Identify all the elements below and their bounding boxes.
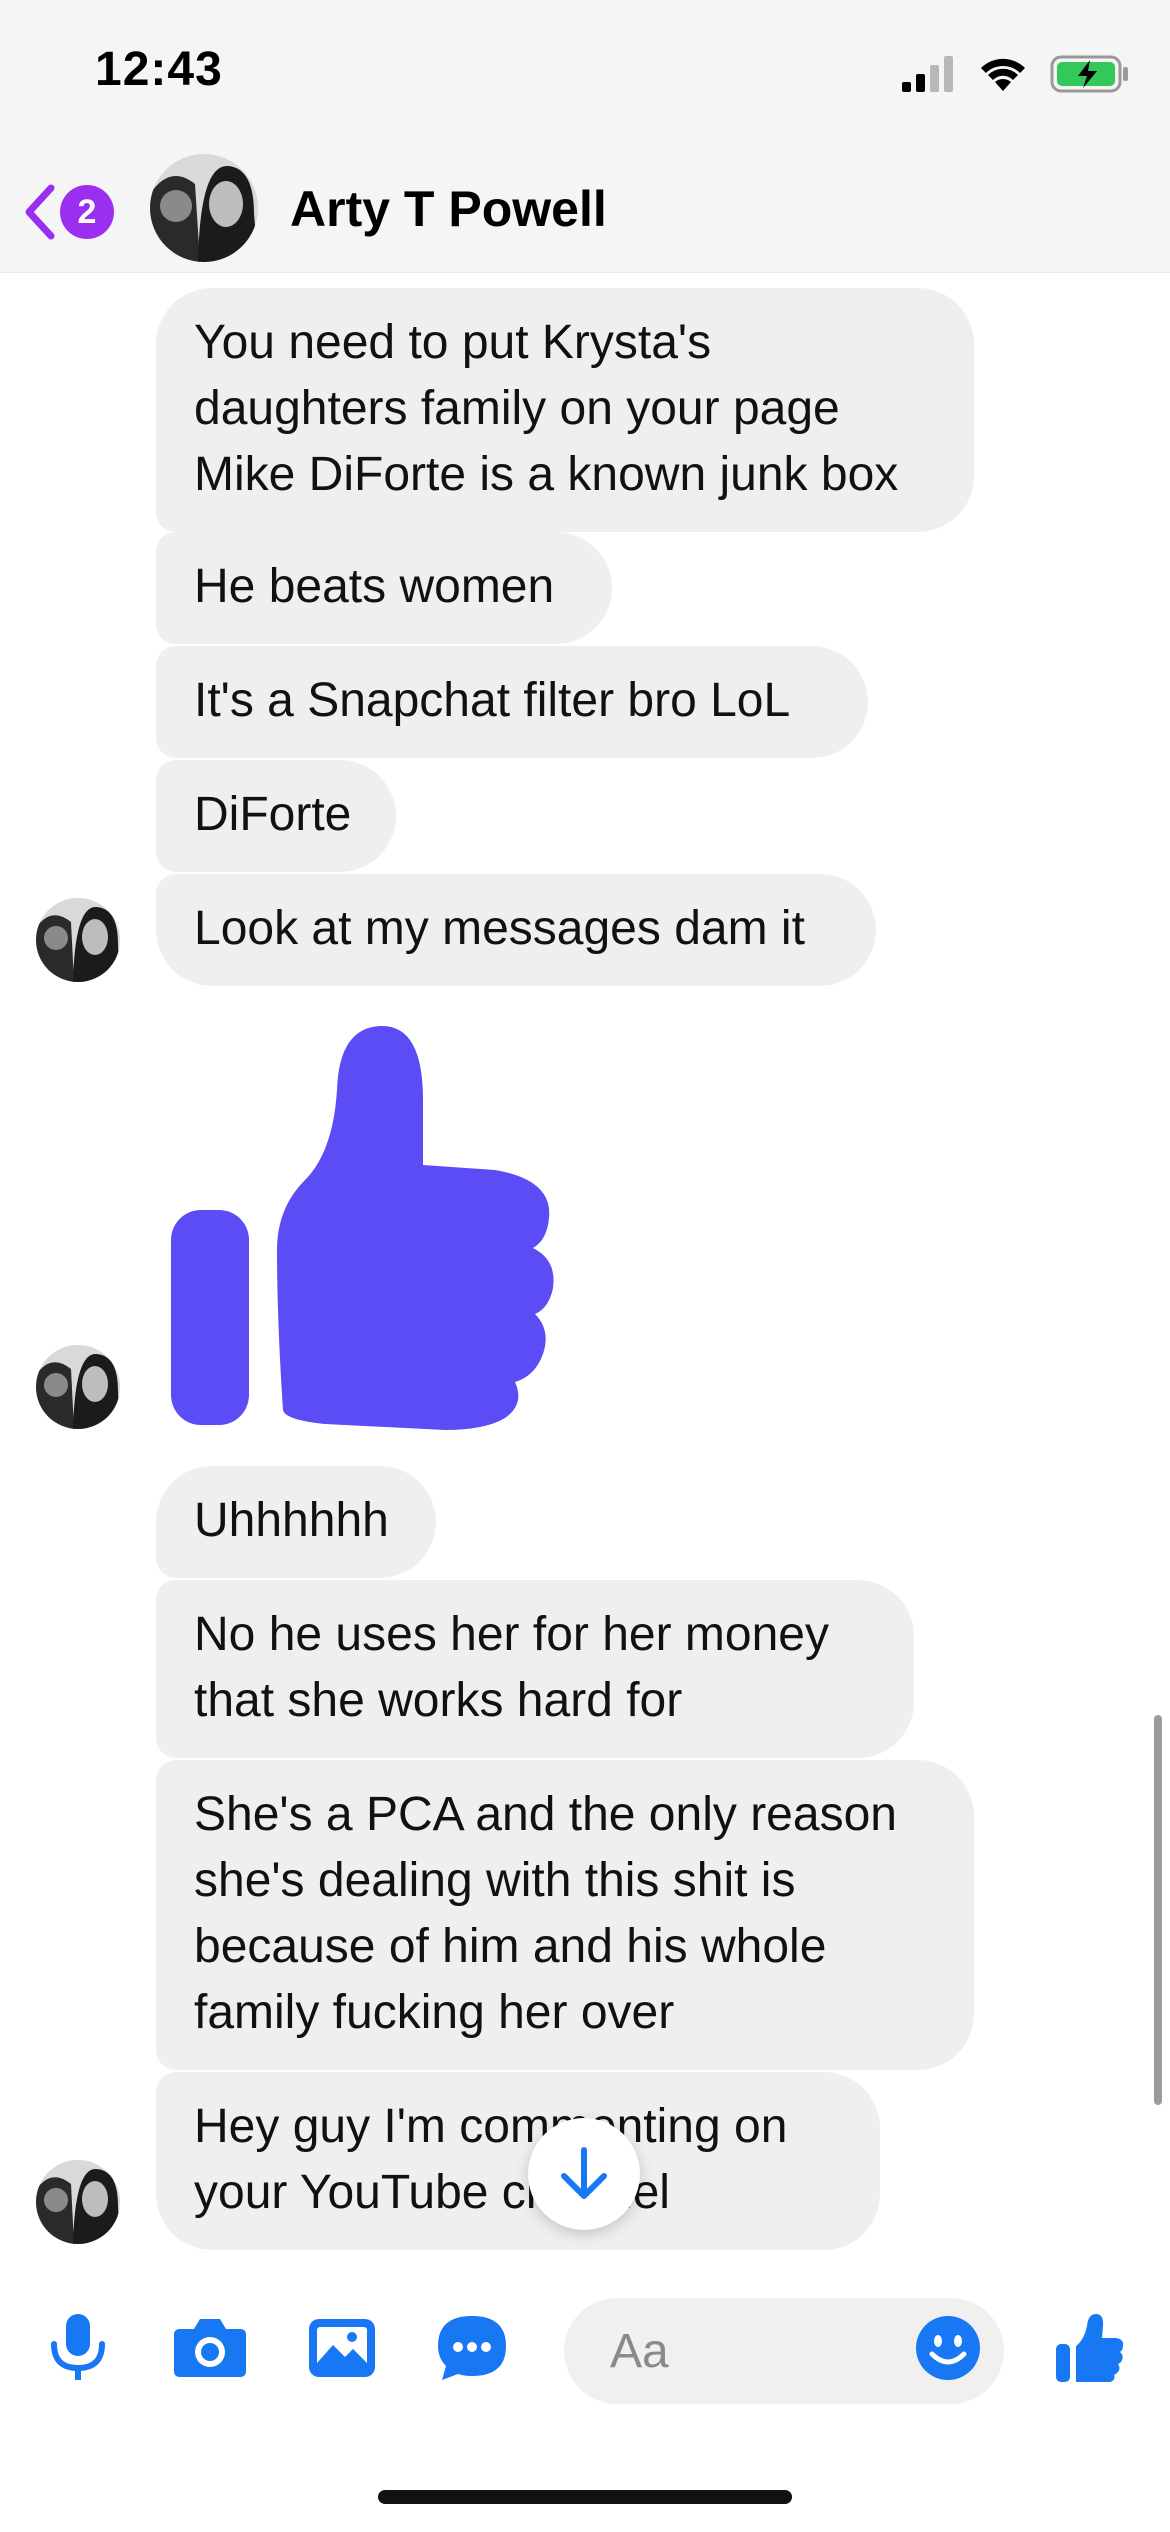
scroll-down-arrow-icon bbox=[561, 2147, 607, 2199]
status-icons bbox=[902, 50, 1130, 98]
gallery-button[interactable] bbox=[302, 2308, 382, 2388]
composer-bar bbox=[0, 2268, 1170, 2428]
conversation-header: 2 Arty T Powell bbox=[0, 150, 1170, 273]
sender-avatar bbox=[36, 1345, 120, 1429]
signal-icon bbox=[902, 56, 953, 92]
like-button[interactable] bbox=[1050, 2308, 1130, 2388]
battery-icon bbox=[1050, 55, 1128, 93]
message-bubble[interactable]: He beats women bbox=[156, 532, 612, 644]
emoji-button[interactable] bbox=[908, 2308, 988, 2388]
sender-avatar bbox=[36, 898, 120, 982]
message-bubble[interactable]: Uhhhhhh bbox=[156, 1466, 436, 1578]
message-bubble[interactable]: You need to put Krysta's daughters famil… bbox=[156, 288, 974, 532]
home-indicator bbox=[378, 2490, 792, 2504]
camera-icon bbox=[174, 2319, 246, 2377]
camera-button[interactable] bbox=[170, 2308, 250, 2388]
thumbs-up-sticker[interactable] bbox=[165, 1020, 565, 1430]
back-button[interactable]: 2 bbox=[22, 180, 114, 244]
gallery-icon bbox=[309, 2319, 375, 2377]
thumbs-up-icon bbox=[1056, 2314, 1124, 2382]
message-bubble[interactable]: Hey guy I'm commenting on your YouTube c… bbox=[156, 2072, 880, 2250]
message-bubble[interactable]: It's a Snapchat filter bro LoL bbox=[156, 646, 868, 758]
chat-apps-button[interactable] bbox=[432, 2308, 512, 2388]
scroll-to-bottom-button[interactable] bbox=[528, 2118, 640, 2230]
unread-badge: 2 bbox=[60, 185, 114, 239]
status-bar: 12:43 bbox=[0, 0, 1170, 150]
message-bubble[interactable]: Look at my messages dam it bbox=[156, 874, 876, 986]
message-bubble[interactable]: She's a PCA and the only reason she's de… bbox=[156, 1760, 974, 2070]
status-time: 12:43 bbox=[95, 43, 223, 96]
contact-name[interactable]: Arty T Powell bbox=[290, 180, 607, 238]
microphone-button[interactable] bbox=[38, 2308, 118, 2388]
sender-avatar bbox=[36, 2160, 120, 2244]
wifi-icon bbox=[981, 58, 1025, 91]
chat-apps-icon bbox=[438, 2316, 506, 2380]
scrollbar[interactable] bbox=[1154, 1715, 1162, 2105]
microphone-icon bbox=[51, 2314, 105, 2380]
back-chevron-icon bbox=[25, 184, 55, 240]
emoji-icon bbox=[916, 2316, 980, 2380]
message-bubble[interactable]: No he uses her for her money that she wo… bbox=[156, 1580, 914, 1758]
message-bubble[interactable]: DiForte bbox=[156, 760, 396, 872]
contact-avatar[interactable] bbox=[150, 154, 258, 262]
